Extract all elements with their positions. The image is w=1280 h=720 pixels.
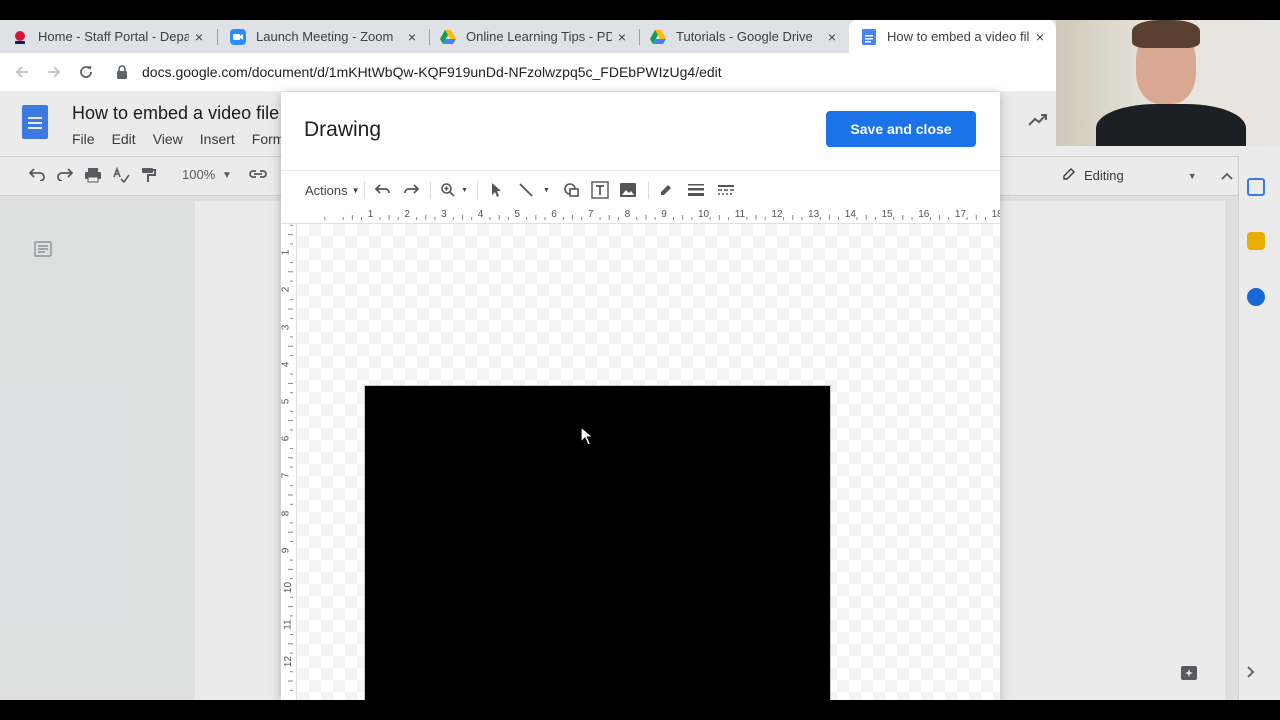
select-cursor-icon[interactable] — [490, 180, 502, 200]
ruler-number: 2 — [281, 287, 292, 293]
ruler-number: 9 — [661, 209, 667, 220]
ruler-number: 9 — [281, 547, 292, 554]
toolbar-divider — [430, 181, 431, 199]
ruler-number: 3 — [441, 209, 447, 220]
ruler-number: 5 — [514, 209, 521, 220]
line-tool-icon[interactable] — [518, 180, 534, 200]
reload-icon[interactable] — [70, 56, 102, 88]
tab-staff-portal[interactable]: Home - Staff Portal - Depar × — [0, 20, 215, 53]
zoom-icon[interactable] — [440, 180, 456, 200]
webcam-person-hair — [1132, 20, 1200, 48]
forward-arrow-icon[interactable] — [38, 56, 70, 88]
toolbar-divider — [364, 181, 365, 199]
tab-title: Launch Meeting - Zoom — [256, 29, 394, 44]
border-color-pencil-icon[interactable] — [659, 180, 673, 200]
save-and-close-button[interactable]: Save and close — [826, 111, 976, 147]
ruler-number: 15 — [881, 209, 893, 220]
zoom-icon — [230, 28, 246, 45]
toolbar-divider — [477, 181, 478, 199]
close-icon[interactable]: × — [612, 29, 632, 45]
toolbar-divider — [648, 181, 649, 199]
lock-icon — [112, 65, 132, 79]
image-icon[interactable] — [620, 180, 636, 200]
actions-label: Actions — [305, 182, 348, 198]
mouse-cursor-icon — [580, 425, 595, 451]
google-docs-icon — [861, 28, 877, 45]
ruler-number: 7 — [281, 473, 292, 479]
ruler-number: 7 — [587, 209, 594, 220]
border-weight-icon[interactable] — [688, 180, 704, 200]
tab-title: Home - Staff Portal - Depar — [38, 29, 189, 44]
text-box-icon[interactable] — [591, 180, 609, 200]
drawing-toolbar: Actions ▼ ▼ ▼ — [281, 170, 1000, 208]
ruler-number: 8 — [624, 209, 631, 220]
url-field[interactable]: docs.google.com/document/d/1mKHtWbQw-KQF… — [112, 57, 1032, 87]
vertical-ruler: 1 2 3 4 5 6 7 8 9 10 11 12 — [281, 224, 297, 700]
video-object[interactable] — [364, 385, 831, 720]
ruler-number: 2 — [404, 209, 410, 220]
ruler-number: 4 — [281, 361, 292, 368]
ruler-number: 1 — [367, 209, 374, 220]
close-icon[interactable]: × — [1030, 29, 1050, 45]
ruler-number: 4 — [477, 209, 484, 220]
close-icon[interactable]: × — [822, 29, 842, 45]
close-icon[interactable]: × — [402, 29, 422, 45]
tab-how-to-embed[interactable]: How to embed a video file × — [849, 20, 1056, 53]
tab-title: Tutorials - Google Drive — [676, 29, 813, 44]
close-icon[interactable]: × — [189, 29, 209, 45]
redo-icon[interactable] — [403, 180, 419, 200]
letterbox-bar — [0, 700, 1280, 720]
ruler-number: 10 — [283, 581, 295, 594]
ruler-number: 14 — [844, 209, 856, 220]
url-text: docs.google.com/document/d/1mKHtWbQw-KQF… — [142, 64, 722, 80]
browser-tabstrip: Home - Staff Portal - Depar × Launch Mee… — [0, 20, 1056, 53]
ruler-number: 12 — [283, 656, 295, 668]
ruler-number: 1 — [281, 249, 292, 256]
address-bar: docs.google.com/document/d/1mKHtWbQw-KQF… — [0, 53, 1056, 91]
screen: Home - Staff Portal - Depar × Launch Mee… — [0, 0, 1280, 720]
tab-tutorials[interactable]: Tutorials - Google Drive × — [638, 20, 848, 53]
ruler-number: 6 — [551, 209, 557, 220]
google-drive-icon — [650, 29, 666, 45]
ruler-number: 12 — [771, 209, 783, 220]
ruler-number: 11 — [734, 209, 746, 220]
nsw-icon — [12, 29, 28, 45]
tab-zoom[interactable]: Launch Meeting - Zoom × — [218, 20, 428, 53]
ruler-number: 8 — [281, 510, 292, 516]
drawing-canvas[interactable] — [297, 224, 1000, 720]
ruler-number: 6 — [281, 435, 292, 442]
ruler-number: 16 — [918, 209, 930, 220]
dialog-title: Drawing — [304, 118, 382, 141]
border-dash-icon[interactable] — [718, 180, 734, 200]
tab-online-learning[interactable]: Online Learning Tips - PDH × — [428, 20, 638, 53]
ruler-number: 3 — [281, 324, 292, 330]
ruler-number: 11 — [282, 619, 294, 630]
ruler-number: 17 — [954, 209, 967, 220]
tab-title: How to embed a video file — [887, 29, 1030, 44]
webcam-person-body — [1096, 104, 1246, 146]
undo-icon[interactable] — [375, 180, 391, 200]
actions-menu[interactable]: Actions ▼ — [305, 180, 360, 200]
caret-down-icon[interactable]: ▼ — [543, 180, 550, 200]
caret-down-icon[interactable]: ▼ — [461, 180, 468, 200]
ruler-number: 13 — [808, 209, 820, 220]
drawing-dialog: Drawing Save and close Actions ▼ ▼ ▼ 1 2… — [281, 92, 1000, 720]
horizontal-ruler: 12345678910111213141516171819 — [281, 208, 1000, 224]
ruler-number: 18 — [991, 209, 1000, 220]
ruler-number: 10 — [698, 209, 710, 220]
caret-down-icon: ▼ — [351, 185, 360, 195]
webcam-video — [1056, 20, 1280, 146]
shape-tool-icon[interactable] — [563, 180, 581, 200]
ruler-number: 5 — [281, 398, 292, 405]
google-drive-icon — [440, 29, 456, 45]
tab-title: Online Learning Tips - PDH — [466, 29, 612, 44]
back-arrow-icon[interactable] — [6, 56, 38, 88]
